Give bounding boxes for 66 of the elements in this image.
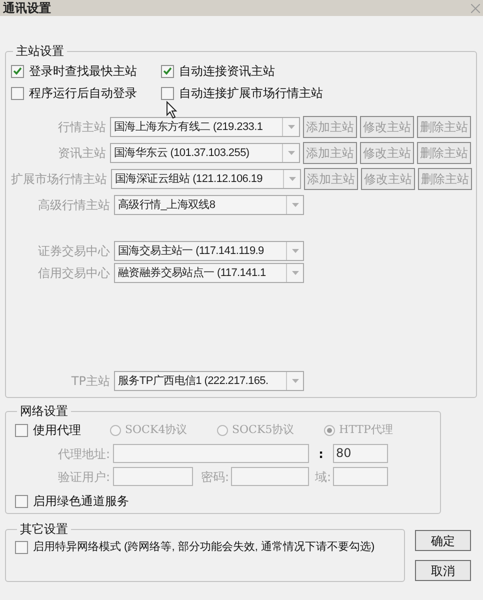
checkbox-label: 程序运行后自动登录: [29, 85, 137, 102]
field-label: 验证用户:: [56, 468, 111, 486]
dropdown-arrow-icon: [288, 125, 294, 129]
dropdown-value: 高级行情_上海双线8: [117, 198, 216, 213]
station-label: 信用交易中心: [37, 265, 111, 282]
close-icon[interactable]: [471, 4, 480, 12]
station-dropdown[interactable]: 服务TP广西电信1 (222.217.165.: [114, 371, 304, 391]
station-label: 证券交易中心: [37, 243, 111, 260]
dropdown-value: 国海上海东方有线二 (219.233.1: [113, 120, 264, 135]
dropdown-value: 融资融券交易站点一 (117.141.1: [117, 266, 267, 281]
checkbox[interactable]: [11, 64, 24, 78]
station-label: 高级行情主站: [37, 197, 111, 214]
dropdown-arrow-icon: [292, 271, 298, 275]
group-title: 网络设置: [19, 403, 69, 420]
field-label: 域:: [314, 468, 332, 486]
dialog-button[interactable]: 确定: [415, 530, 471, 551]
dropdown-value: 国海华东云 (101.37.103.255): [113, 146, 250, 161]
station-dropdown[interactable]: 国海华东云 (101.37.103.255): [110, 143, 300, 163]
station-dropdown[interactable]: 高级行情_上海双线8: [114, 195, 304, 215]
dropdown-arrow-icon: [292, 249, 298, 253]
checkbox-label: 自动连接扩展市场行情主站: [179, 85, 323, 102]
dropdown-arrow-icon: [292, 203, 298, 207]
dropdown-value: 国海深证云组站 (121.12.106.19: [114, 172, 264, 187]
checkbox[interactable]: [161, 86, 174, 100]
station-label: 行情主站: [57, 119, 107, 136]
group-title: 主站设置: [15, 43, 65, 60]
dialog-button[interactable]: 取消: [415, 560, 471, 581]
station-label: 扩展市场行情主站: [11, 171, 108, 188]
checkbox[interactable]: [15, 494, 28, 508]
domain-field[interactable]: [333, 467, 388, 486]
field-label: 密码:: [200, 468, 230, 486]
radio-button[interactable]: [110, 424, 121, 436]
checkbox-label: 登录时查找最快主站: [29, 63, 137, 80]
radio-label: SOCK5协议: [232, 422, 294, 438]
radio-button[interactable]: [324, 424, 335, 436]
user-field[interactable]: [113, 467, 193, 486]
dropdown-value: 服务TP广西电信1 (222.217.165.: [117, 374, 270, 389]
radio-label: HTTP代理: [339, 422, 393, 438]
radio-label: SOCK4协议: [125, 422, 188, 438]
port-separator: :: [318, 446, 324, 462]
group-title: 其它设置: [19, 521, 69, 538]
checkbox-label: 启用特异网络模式 (跨网络等, 部分功能会失效, 通常情况下请不要勾选): [33, 540, 375, 555]
checkbox[interactable]: [161, 64, 174, 78]
checkbox-label: 启用绿色通道服务: [33, 493, 129, 510]
checkbox[interactable]: [15, 540, 28, 554]
checkbox-label: 使用代理: [33, 422, 81, 439]
window-title: 通讯设置: [3, 0, 51, 17]
radio-button[interactable]: [217, 424, 228, 436]
cursor-icon: [166, 101, 178, 119]
dropdown-arrow-icon: [288, 177, 296, 181]
dropdown-arrow-icon: [292, 379, 298, 383]
address-field[interactable]: [113, 444, 309, 463]
field-label: 代理地址:: [56, 446, 111, 462]
station-dropdown[interactable]: 国海深证云组站 (121.12.106.19: [111, 169, 301, 189]
checkbox[interactable]: [15, 424, 28, 436]
station-dropdown[interactable]: 国海上海东方有线二 (219.233.1: [110, 117, 300, 137]
checkbox-label: 自动连接资讯主站: [179, 63, 275, 80]
port-field[interactable]: 80: [333, 444, 388, 463]
dropdown-arrow-icon: [288, 151, 294, 155]
station-label: TP主站: [70, 373, 111, 390]
station-label: 资讯主站: [57, 145, 107, 162]
dropdown-value: 国海交易主站一 (117.141.119.9: [117, 244, 265, 259]
station-dropdown[interactable]: 融资融券交易站点一 (117.141.1: [114, 263, 304, 283]
station-dropdown[interactable]: 国海交易主站一 (117.141.119.9: [114, 241, 304, 261]
checkbox[interactable]: [11, 86, 24, 100]
password-field[interactable]: [231, 467, 309, 486]
